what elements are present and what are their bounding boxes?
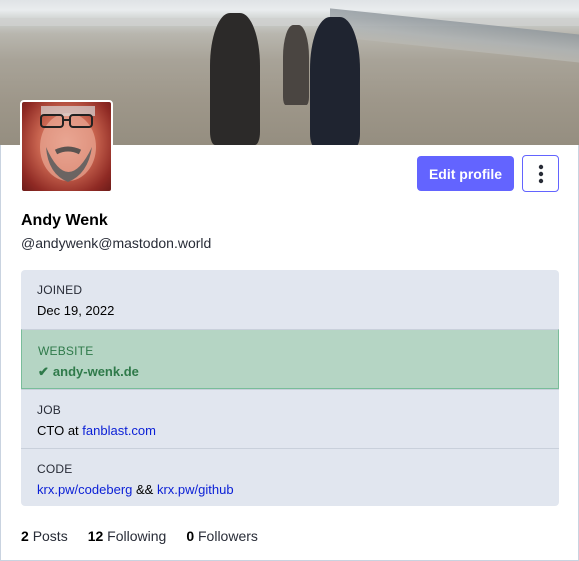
- field-value: Dec 19, 2022: [37, 303, 115, 318]
- avatar-face: [40, 106, 96, 182]
- posts-count[interactable]: 2 Posts: [21, 528, 68, 544]
- field-value: ✔ andy-wenk.de: [38, 364, 558, 380]
- field-value: CTO at fanblast.com: [37, 423, 559, 438]
- kebab-menu-icon: [538, 164, 543, 183]
- profile-stats: 2 Posts 12 Following 0 Followers: [21, 528, 258, 544]
- website-link[interactable]: andy-wenk.de: [53, 364, 139, 379]
- edit-profile-button[interactable]: Edit profile: [417, 156, 514, 191]
- more-options-button[interactable]: [522, 155, 559, 192]
- field-label: CODE: [37, 462, 73, 476]
- followers-count[interactable]: 0 Followers: [186, 528, 258, 544]
- field-code: CODE krx.pw/codeberg && krx.pw/github: [21, 448, 559, 506]
- codeberg-link[interactable]: krx.pw/codeberg: [37, 482, 132, 497]
- company-link[interactable]: fanblast.com: [82, 423, 156, 438]
- field-joined: JOINED Dec 19, 2022: [21, 270, 559, 329]
- field-value: krx.pw/codeberg && krx.pw/github: [37, 482, 559, 497]
- field-label: WEBSITE: [38, 344, 94, 358]
- profile-fields: JOINED Dec 19, 2022 WEBSITE ✔ andy-wenk.d…: [21, 270, 559, 506]
- field-label: JOB: [37, 403, 61, 417]
- link-separator: &&: [132, 482, 157, 497]
- field-website: WEBSITE ✔ andy-wenk.de: [21, 329, 559, 389]
- walking-people: [205, 5, 375, 145]
- job-prefix: CTO at: [37, 423, 83, 438]
- github-link[interactable]: krx.pw/github: [157, 482, 234, 497]
- account-handle: @andywenk@mastodon.world: [21, 235, 212, 251]
- field-label: JOINED: [37, 283, 83, 297]
- following-count[interactable]: 12 Following: [88, 528, 167, 544]
- avatar[interactable]: [20, 100, 113, 193]
- verified-check-icon: ✔: [38, 364, 49, 379]
- display-name: Andy Wenk: [21, 212, 108, 229]
- field-job: JOB CTO at fanblast.com: [21, 389, 559, 448]
